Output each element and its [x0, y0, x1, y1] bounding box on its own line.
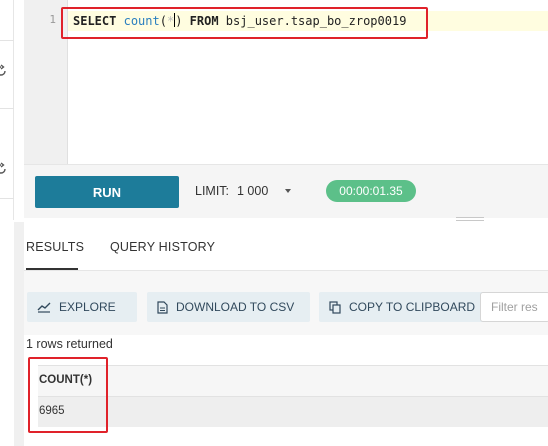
tab-results[interactable]: RESULTS [26, 240, 84, 254]
download-csv-label: DOWNLOAD TO CSV [176, 300, 295, 314]
line-chart-icon [37, 302, 51, 313]
elapsed-time-badge: 00:00:01.35 [326, 180, 416, 202]
refresh-icon[interactable] [0, 64, 8, 78]
divider [0, 40, 14, 41]
divider [0, 108, 14, 109]
refresh-icon[interactable] [0, 162, 8, 176]
copy-to-clipboard-button[interactable]: COPY TO CLIPBOARD [319, 292, 490, 322]
limit-select[interactable]: 1 000 [237, 184, 268, 198]
divider [0, 198, 14, 199]
filter-results-input[interactable] [480, 292, 548, 322]
results-grid-header: COUNT(*) [38, 365, 548, 397]
rows-returned-status: 1 rows returned [26, 337, 113, 351]
copy-icon [329, 300, 341, 314]
results-toolbar: EXPLORE DOWNLOAD TO CSV COPY TO CLIPBOAR… [24, 271, 548, 335]
line-number: 1 [49, 13, 56, 26]
download-csv-button[interactable]: DOWNLOAD TO CSV [147, 292, 310, 322]
annotation-highlight-result [28, 357, 108, 433]
scrollbar[interactable] [14, 222, 24, 446]
annotation-highlight-query [61, 7, 428, 39]
table-row[interactable]: 6965 [38, 397, 548, 427]
chevron-down-icon[interactable] [285, 189, 291, 193]
explore-label: EXPLORE [59, 300, 116, 314]
explore-button[interactable]: EXPLORE [27, 292, 137, 322]
copy-to-clipboard-label: COPY TO CLIPBOARD [349, 300, 476, 314]
limit-label: LIMIT: [195, 184, 230, 198]
file-icon [157, 300, 168, 314]
run-bar: RUN LIMIT: 1 000 00:00:01.35 [24, 164, 548, 218]
tab-query-history[interactable]: QUERY HISTORY [110, 240, 215, 254]
run-button[interactable]: RUN [35, 176, 179, 208]
left-sidebar-strip [0, 0, 14, 220]
